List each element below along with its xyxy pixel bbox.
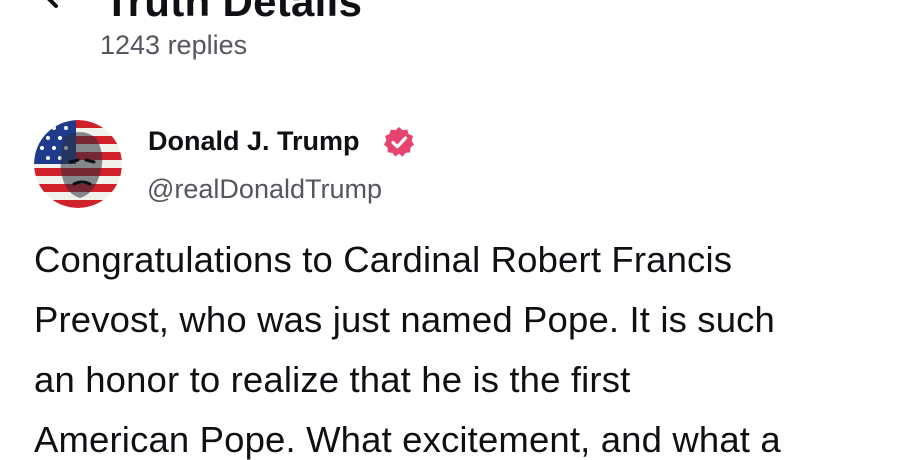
replies-count: 1243 replies	[100, 30, 248, 60]
author-handle[interactable]: @realDonaldTrump	[147, 174, 382, 205]
post-text-line: Congratulations to Cardinal Robert Franc…	[34, 239, 733, 280]
chevron-left-icon	[47, 0, 58, 8]
header: Truth Details 1243 replies	[0, 0, 900, 70]
verified-badge-icon	[382, 125, 416, 159]
back-button[interactable]	[28, 0, 72, 14]
more-options-button[interactable]	[808, 0, 864, 12]
post-text-line: an honor to realize that he is the first	[34, 359, 631, 400]
avatar[interactable]	[34, 120, 122, 208]
truth-details-screen: Truth Details 1243 replies Donald J. Tru…	[0, 0, 900, 460]
post-text-line: American Pope. What excitement, and what…	[34, 419, 781, 460]
page-title: Truth Details	[104, 0, 363, 25]
more-horizontal-icon	[808, 0, 864, 12]
flag-portrait-avatar-image	[34, 120, 122, 208]
post-body: Congratulations to Cardinal Robert Franc…	[34, 230, 884, 460]
post-text-line: Prevost, who was just named Pope. It is …	[34, 299, 776, 340]
author-name[interactable]: Donald J. Trump	[148, 126, 360, 157]
